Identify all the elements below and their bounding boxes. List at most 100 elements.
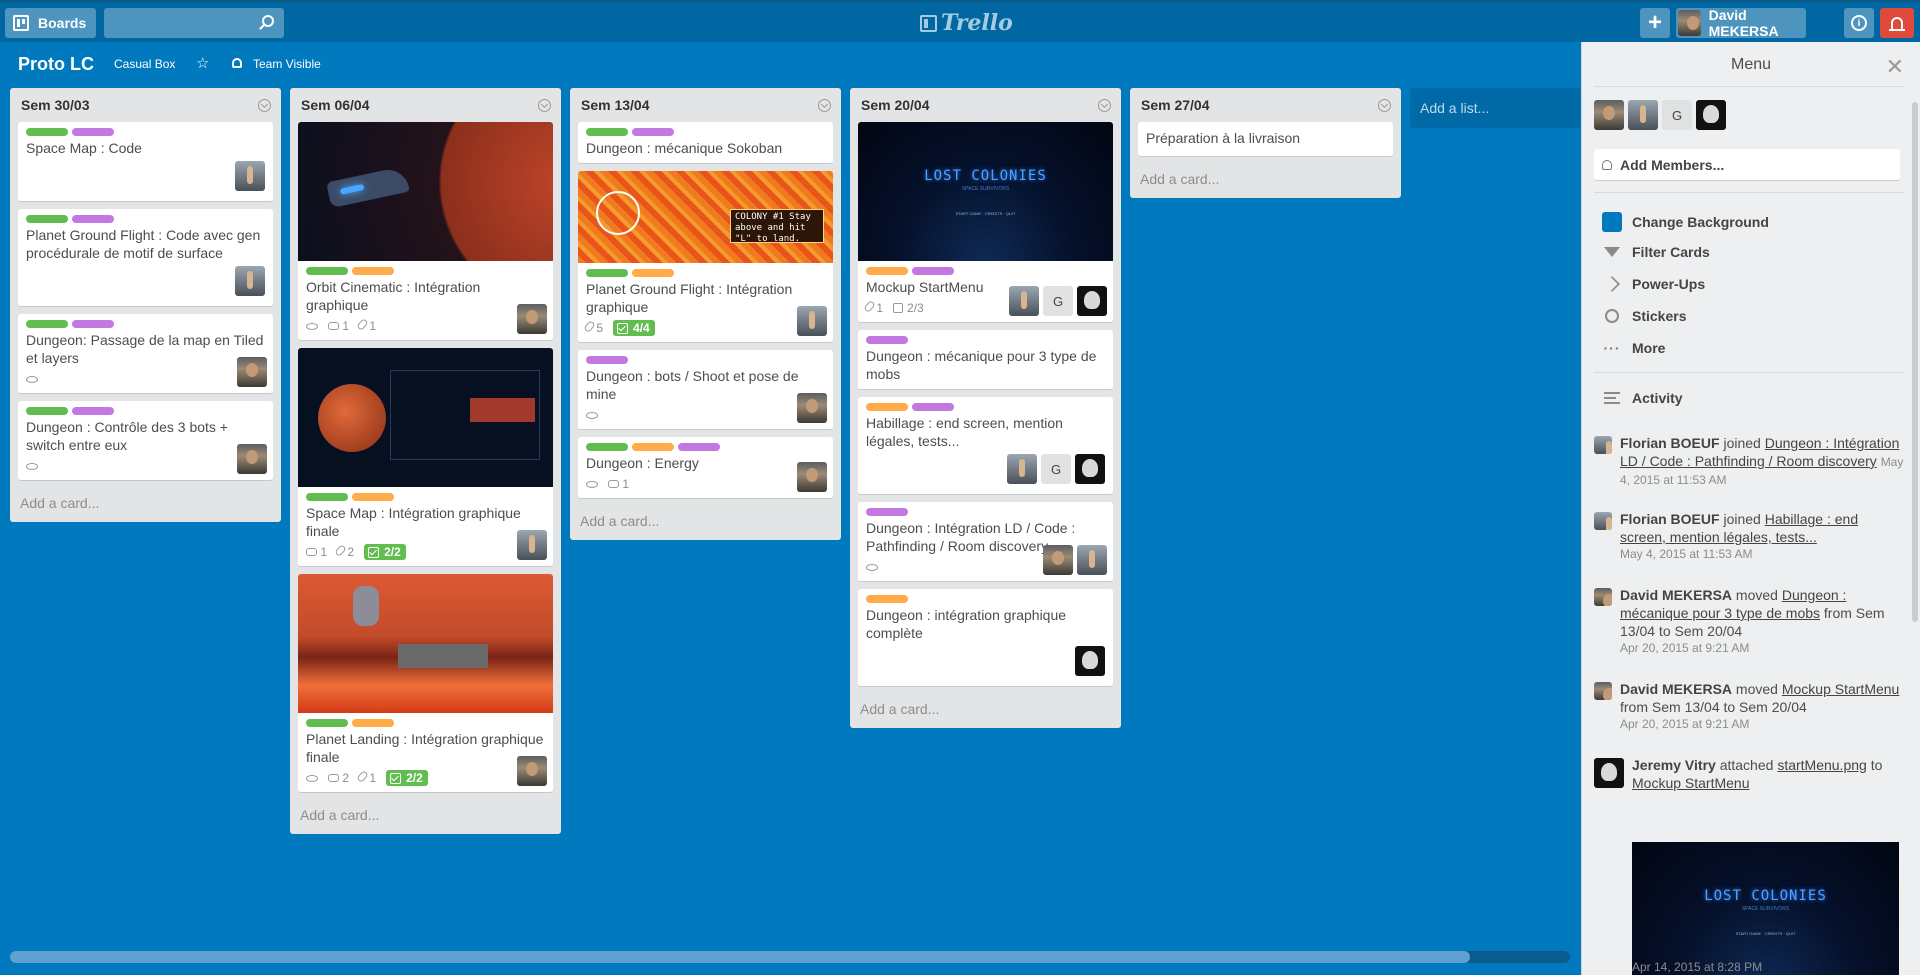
member-avatar[interactable] [1628, 100, 1658, 130]
activity-detail: to [1870, 757, 1883, 773]
trello-logo[interactable]: Trello [920, 10, 1013, 36]
activity-author[interactable]: David MEKERSA [1620, 681, 1732, 697]
list-card[interactable]: Planet Landing : Intégration graphique f… [298, 574, 553, 793]
avatar[interactable] [1594, 758, 1624, 788]
board-scrollbar-thumb[interactable] [10, 951, 1470, 963]
member-avatar[interactable] [237, 444, 267, 474]
menu-item-label: Change Background [1632, 214, 1769, 230]
add-card-link[interactable]: Add a card... [858, 694, 1113, 728]
list-card[interactable]: Habillage : end screen, mention légales,… [858, 397, 1113, 495]
avatar[interactable] [1594, 512, 1612, 530]
add-members-button[interactable]: Add Members... [1594, 149, 1900, 181]
list-card[interactable]: Dungeon : Energy 1 [578, 437, 833, 499]
activity-author[interactable]: David MEKERSA [1620, 587, 1732, 603]
info-button[interactable]: i [1844, 8, 1874, 38]
activity-verb: joined [1723, 511, 1761, 527]
list-card[interactable]: Dungeon : mécanique Sokoban [578, 122, 833, 164]
member-avatar[interactable] [1696, 100, 1726, 130]
list-card[interactable]: Dungeon : intégration graphique complète [858, 589, 1113, 687]
list-title[interactable]: Sem 13/04 [581, 97, 650, 113]
member-avatar[interactable] [797, 306, 827, 336]
activity-attachment-link[interactable]: startMenu.png [1777, 757, 1867, 773]
member-avatar[interactable]: G [1662, 100, 1692, 130]
more-item[interactable]: ··· More [1602, 340, 1666, 356]
member-avatar[interactable] [1077, 286, 1107, 316]
notifications-button[interactable] [1880, 8, 1914, 38]
member-avatar[interactable] [1075, 454, 1105, 484]
activity-date[interactable]: Apr 20, 2015 at 9:21 AM [1620, 640, 1904, 656]
add-card-link[interactable]: Add a card... [298, 800, 553, 834]
activity-attachment-preview[interactable]: LOST COLONIES SPACE SURVIVORS START GAME… [1632, 842, 1899, 975]
member-avatar[interactable] [797, 393, 827, 423]
visibility-label[interactable]: Team Visible [253, 57, 321, 71]
list-card[interactable]: Dungeon : Intégration LD / Code : Pathfi… [858, 502, 1113, 582]
list-card[interactable]: COLONY #1 Stay above and hit "L" to land… [578, 171, 833, 343]
boards-button[interactable]: Boards [5, 8, 96, 38]
activity-card-link[interactable]: Mockup StartMenu [1782, 681, 1900, 697]
member-menu-button[interactable]: David MEKERSA [1676, 7, 1806, 39]
list-card[interactable]: LOST COLONIES SPACE SURVIVORS START GAME… [858, 122, 1113, 323]
card-title: Planet Ground Flight : Code avec gen pro… [26, 227, 261, 261]
member-avatar[interactable]: G [1041, 454, 1071, 484]
list-card[interactable]: Space Map : Code [18, 122, 273, 202]
list-card[interactable]: Dungeon : mécanique pour 3 type de mobs [858, 330, 1113, 390]
member-avatar[interactable] [517, 304, 547, 334]
list-card[interactable]: Dungeon : Contrôle des 3 bots + switch e… [18, 401, 273, 481]
sidebar-scrollbar[interactable] [1912, 102, 1918, 622]
power-ups-item[interactable]: Power-Ups [1602, 276, 1705, 292]
member-avatar[interactable] [1075, 646, 1105, 676]
member-avatar[interactable] [517, 530, 547, 560]
list-title[interactable]: Sem 20/04 [861, 97, 930, 113]
list-card[interactable]: Préparation à la livraison [1138, 122, 1393, 157]
member-avatar[interactable] [1007, 454, 1037, 484]
member-avatar[interactable] [797, 462, 827, 492]
list-card[interactable]: Space Map : Intégration graphique finale… [298, 348, 553, 567]
list-menu-icon[interactable] [1378, 98, 1391, 112]
close-icon[interactable]: ✕ [1886, 54, 1904, 80]
filter-cards-item[interactable]: Filter Cards [1602, 244, 1710, 260]
activity-author[interactable]: Florian BOEUF [1620, 435, 1720, 451]
add-card-link[interactable]: Add a card... [1138, 164, 1393, 198]
list-title[interactable]: Sem 30/03 [21, 97, 90, 113]
activity-author[interactable]: Florian BOEUF [1620, 511, 1720, 527]
activity-date[interactable]: Apr 14, 2015 at 8:28 PM [1632, 959, 1762, 975]
add-list-button[interactable]: Add a list... [1410, 88, 1580, 128]
list-menu-icon[interactable] [258, 98, 271, 112]
add-card-link[interactable]: Add a card... [578, 506, 833, 540]
avatar[interactable] [1594, 682, 1612, 700]
star-icon[interactable]: ☆ [196, 54, 209, 72]
activity-card-link[interactable]: Mockup StartMenu [1632, 775, 1750, 791]
search-icon[interactable] [262, 15, 274, 27]
member-avatar[interactable] [1043, 545, 1073, 575]
member-avatar[interactable] [1009, 286, 1039, 316]
avatar[interactable] [1594, 436, 1612, 454]
change-background-item[interactable]: Change Background [1602, 212, 1769, 232]
add-button[interactable]: + [1640, 8, 1670, 38]
member-avatar[interactable] [1077, 545, 1107, 575]
list-menu-icon[interactable] [818, 98, 831, 112]
member-avatar[interactable] [1594, 100, 1624, 130]
list-menu-icon[interactable] [1098, 98, 1111, 112]
list-card[interactable]: Dungeon : bots / Shoot et pose de mine [578, 350, 833, 430]
member-avatar[interactable] [235, 266, 265, 296]
list-menu-icon[interactable] [538, 98, 551, 112]
stickers-item[interactable]: Stickers [1602, 308, 1686, 324]
member-avatar[interactable] [517, 756, 547, 786]
team-icon[interactable] [232, 58, 242, 68]
list-title[interactable]: Sem 27/04 [1141, 97, 1210, 113]
board-title[interactable]: Proto LC [18, 54, 94, 75]
member-avatar[interactable] [235, 161, 265, 191]
board-org[interactable]: Casual Box [114, 57, 175, 71]
avatar[interactable] [1594, 588, 1612, 606]
activity-date[interactable]: May 4, 2015 at 11:53 AM [1620, 546, 1904, 562]
list-card[interactable]: Orbit Cinematic : Intégration graphique … [298, 122, 553, 341]
activity-date[interactable]: Apr 20, 2015 at 9:21 AM [1620, 716, 1904, 732]
list-title[interactable]: Sem 06/04 [301, 97, 370, 113]
activity-author[interactable]: Jeremy Vitry [1632, 757, 1716, 773]
list-card[interactable]: Dungeon: Passage de la map en Tiled et l… [18, 314, 273, 394]
list-card[interactable]: Planet Ground Flight : Code avec gen pro… [18, 209, 273, 307]
member-avatar[interactable]: G [1043, 286, 1073, 316]
search-input[interactable] [104, 8, 284, 38]
add-card-link[interactable]: Add a card... [18, 488, 273, 522]
member-avatar[interactable] [237, 357, 267, 387]
